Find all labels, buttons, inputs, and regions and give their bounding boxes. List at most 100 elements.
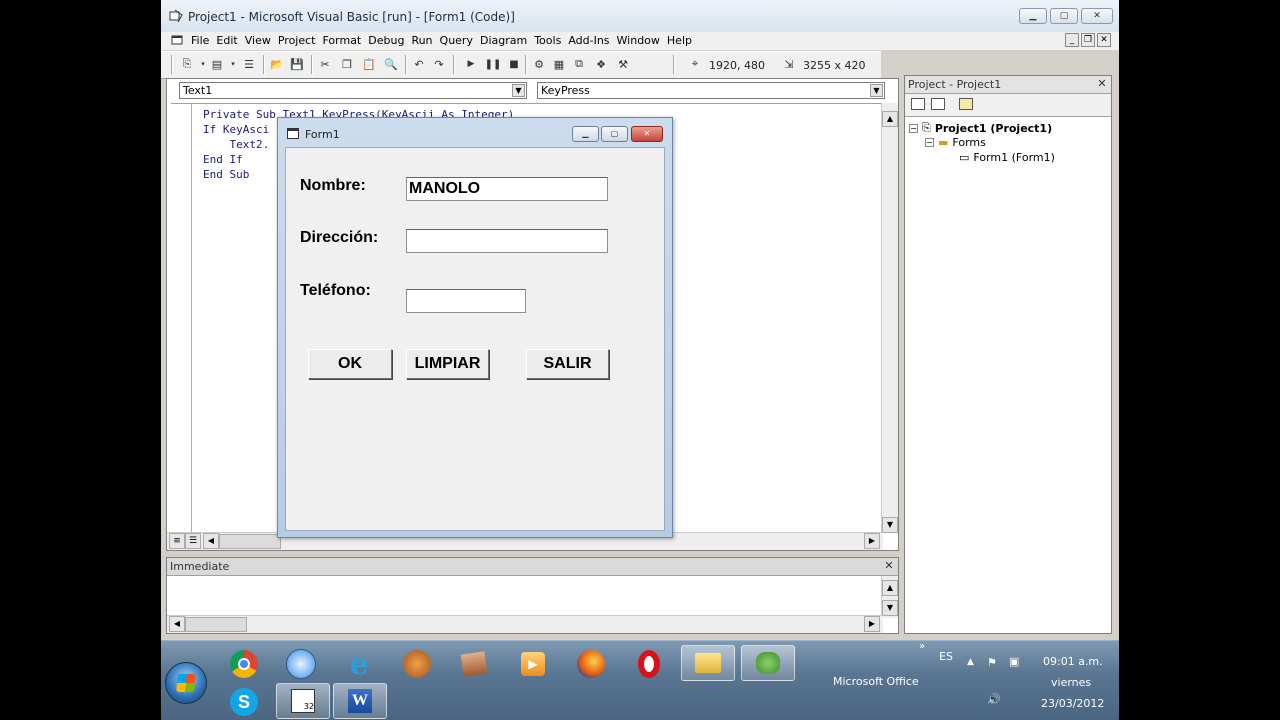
menu-add-ins[interactable]: Add-Ins bbox=[568, 34, 609, 47]
immediate-horizontal-scrollbar[interactable]: ◀ ▶ bbox=[167, 615, 883, 633]
microsoft-office-label[interactable]: Microsoft Office bbox=[833, 675, 919, 688]
properties-window-icon[interactable]: ▦ bbox=[551, 56, 567, 72]
tree-node-form1[interactable]: ▭ Form1 (Form1) bbox=[959, 151, 1055, 164]
safari-icon[interactable] bbox=[284, 647, 318, 681]
menu-file[interactable]: File bbox=[191, 34, 209, 47]
internet-explorer-icon[interactable]: e bbox=[342, 647, 376, 682]
code-line[interactable]: Text2. bbox=[203, 138, 269, 151]
collapse-icon[interactable]: − bbox=[909, 123, 918, 133]
code-vertical-scrollbar[interactable]: ▲ ▼ bbox=[881, 103, 898, 533]
view-object-icon[interactable] bbox=[931, 98, 945, 110]
show-hidden-icons[interactable]: ▲ bbox=[967, 657, 974, 667]
immediate-input[interactable] bbox=[167, 576, 883, 616]
ok-button[interactable]: OK bbox=[308, 349, 392, 379]
code-line[interactable]: End If bbox=[203, 153, 243, 166]
copy-icon[interactable]: ❐ bbox=[339, 56, 355, 72]
scroll-left-icon[interactable]: ◀ bbox=[169, 616, 185, 632]
chevron-down-icon[interactable]: ▼ bbox=[870, 84, 883, 97]
collapse-icon[interactable]: − bbox=[925, 138, 934, 147]
word-taskbar-button[interactable]: W bbox=[333, 683, 387, 719]
firefox-icon[interactable] bbox=[574, 647, 608, 681]
messenger-taskbar-button[interactable] bbox=[741, 645, 795, 681]
redo-icon[interactable]: ↷ bbox=[431, 56, 447, 72]
menu-diagram[interactable]: Diagram bbox=[480, 34, 527, 47]
procedure-combo[interactable]: KeyPress ▼ bbox=[537, 82, 885, 99]
mdi-minimize-button[interactable]: _ bbox=[1065, 33, 1079, 47]
procedure-view-icon[interactable]: ≡ bbox=[169, 533, 185, 549]
minimize-button[interactable]: ▁ bbox=[1019, 8, 1047, 24]
object-combo[interactable]: Text1 ▼ bbox=[179, 82, 527, 99]
object-browser-icon[interactable]: ❖ bbox=[593, 56, 609, 72]
toggle-folders-icon[interactable] bbox=[959, 98, 973, 110]
scroll-up-icon[interactable]: ▲ bbox=[882, 111, 898, 127]
undo-icon[interactable]: ↶ bbox=[411, 56, 427, 72]
telefono-input[interactable] bbox=[406, 289, 526, 313]
margin-indicator-bar[interactable] bbox=[171, 104, 192, 534]
file-explorer-taskbar-button[interactable] bbox=[681, 645, 735, 681]
tree-node-forms-folder[interactable]: − ▬ Forms bbox=[925, 136, 986, 149]
volume-icon[interactable]: 🔊 bbox=[987, 693, 1001, 706]
find-icon[interactable]: 🔍 bbox=[383, 56, 399, 72]
menu-window[interactable]: Window bbox=[617, 34, 660, 47]
dropdown-arrow-icon[interactable]: ▾ bbox=[225, 56, 241, 72]
menu-debug[interactable]: Debug bbox=[368, 34, 404, 47]
form1-minimize-button[interactable]: ▁ bbox=[572, 126, 599, 142]
code-line[interactable]: End Sub bbox=[203, 168, 249, 181]
form1-maximize-button[interactable]: ▢ bbox=[601, 126, 628, 142]
menu-edit[interactable]: Edit bbox=[216, 34, 237, 47]
network-icon[interactable]: ▣ bbox=[1009, 655, 1019, 668]
full-module-view-icon[interactable]: ☰ bbox=[185, 533, 201, 549]
language-indicator[interactable]: ES bbox=[939, 650, 953, 663]
scroll-right-icon[interactable]: ▶ bbox=[864, 533, 880, 549]
mdi-restore-button[interactable]: ❐ bbox=[1081, 33, 1095, 47]
immediate-vertical-scrollbar[interactable]: ▲ ▼ bbox=[881, 576, 898, 618]
scroll-up-icon[interactable]: ▲ bbox=[882, 580, 898, 596]
action-center-flag-icon[interactable]: ⚑ bbox=[987, 656, 997, 669]
add-form-icon[interactable]: ▤ bbox=[209, 56, 225, 72]
chevron-down-icon[interactable]: ▼ bbox=[512, 84, 525, 97]
menu-view[interactable]: View bbox=[245, 34, 271, 47]
menu-tools[interactable]: Tools bbox=[534, 34, 561, 47]
title-bar[interactable]: Project1 - Microsoft Visual Basic [run] … bbox=[161, 0, 1119, 33]
open-project-icon[interactable]: 📂 bbox=[269, 56, 285, 72]
scroll-right-icon[interactable]: ▶ bbox=[864, 616, 880, 632]
chrome-icon[interactable] bbox=[227, 647, 261, 681]
clock-date[interactable]: 23/03/2012 bbox=[1041, 697, 1104, 710]
skype-icon[interactable]: S bbox=[227, 685, 261, 719]
project-explorer-icon[interactable]: ⚙ bbox=[531, 56, 547, 72]
save-project-icon[interactable]: 💾 bbox=[289, 56, 305, 72]
view-code-icon[interactable] bbox=[911, 98, 925, 110]
paste-icon[interactable]: 📋 bbox=[361, 56, 377, 72]
clock-time[interactable]: 09:01 a.m. bbox=[1043, 655, 1103, 668]
start-button[interactable] bbox=[165, 662, 207, 704]
mdi-document-icon[interactable] bbox=[171, 34, 183, 46]
media-player-icon[interactable]: ▶ bbox=[516, 647, 550, 681]
scroll-thumb[interactable] bbox=[219, 534, 281, 549]
app-icon-box[interactable] bbox=[457, 647, 491, 681]
chevron-up-double-icon[interactable]: » bbox=[919, 641, 925, 652]
nombre-input[interactable]: MANOLO bbox=[406, 177, 608, 201]
close-button[interactable]: ✕ bbox=[1081, 8, 1113, 24]
vb-taskbar-button[interactable]: 32 bbox=[276, 683, 330, 719]
menu-project[interactable]: Project bbox=[278, 34, 316, 47]
mdi-close-button[interactable]: ✕ bbox=[1097, 33, 1111, 47]
scroll-left-icon[interactable]: ◀ bbox=[203, 533, 219, 549]
form-layout-icon[interactable]: ⧉ bbox=[571, 56, 587, 72]
direccion-input[interactable] bbox=[406, 229, 608, 253]
salir-button[interactable]: SALIR bbox=[526, 349, 609, 379]
start-icon[interactable]: ▶ bbox=[463, 56, 479, 72]
opera-icon[interactable] bbox=[632, 647, 666, 681]
limpiar-button[interactable]: LIMPIAR bbox=[406, 349, 489, 379]
menu-editor-icon[interactable]: ☰ bbox=[241, 56, 257, 72]
cut-icon[interactable]: ✂ bbox=[317, 56, 333, 72]
close-icon[interactable]: ✕ bbox=[883, 560, 895, 572]
add-project-icon[interactable]: ⎘ bbox=[179, 56, 195, 72]
scroll-down-icon[interactable]: ▼ bbox=[882, 517, 898, 533]
end-icon[interactable]: ■ bbox=[506, 56, 522, 72]
break-icon[interactable]: ❚❚ bbox=[485, 56, 502, 72]
clock-day[interactable]: viernes bbox=[1051, 676, 1091, 689]
close-icon[interactable]: ✕ bbox=[1096, 78, 1108, 90]
code-line[interactable]: If KeyAsci bbox=[203, 123, 269, 136]
form1-close-button[interactable]: ✕ bbox=[631, 126, 663, 142]
maximize-button[interactable]: ▢ bbox=[1050, 8, 1078, 24]
